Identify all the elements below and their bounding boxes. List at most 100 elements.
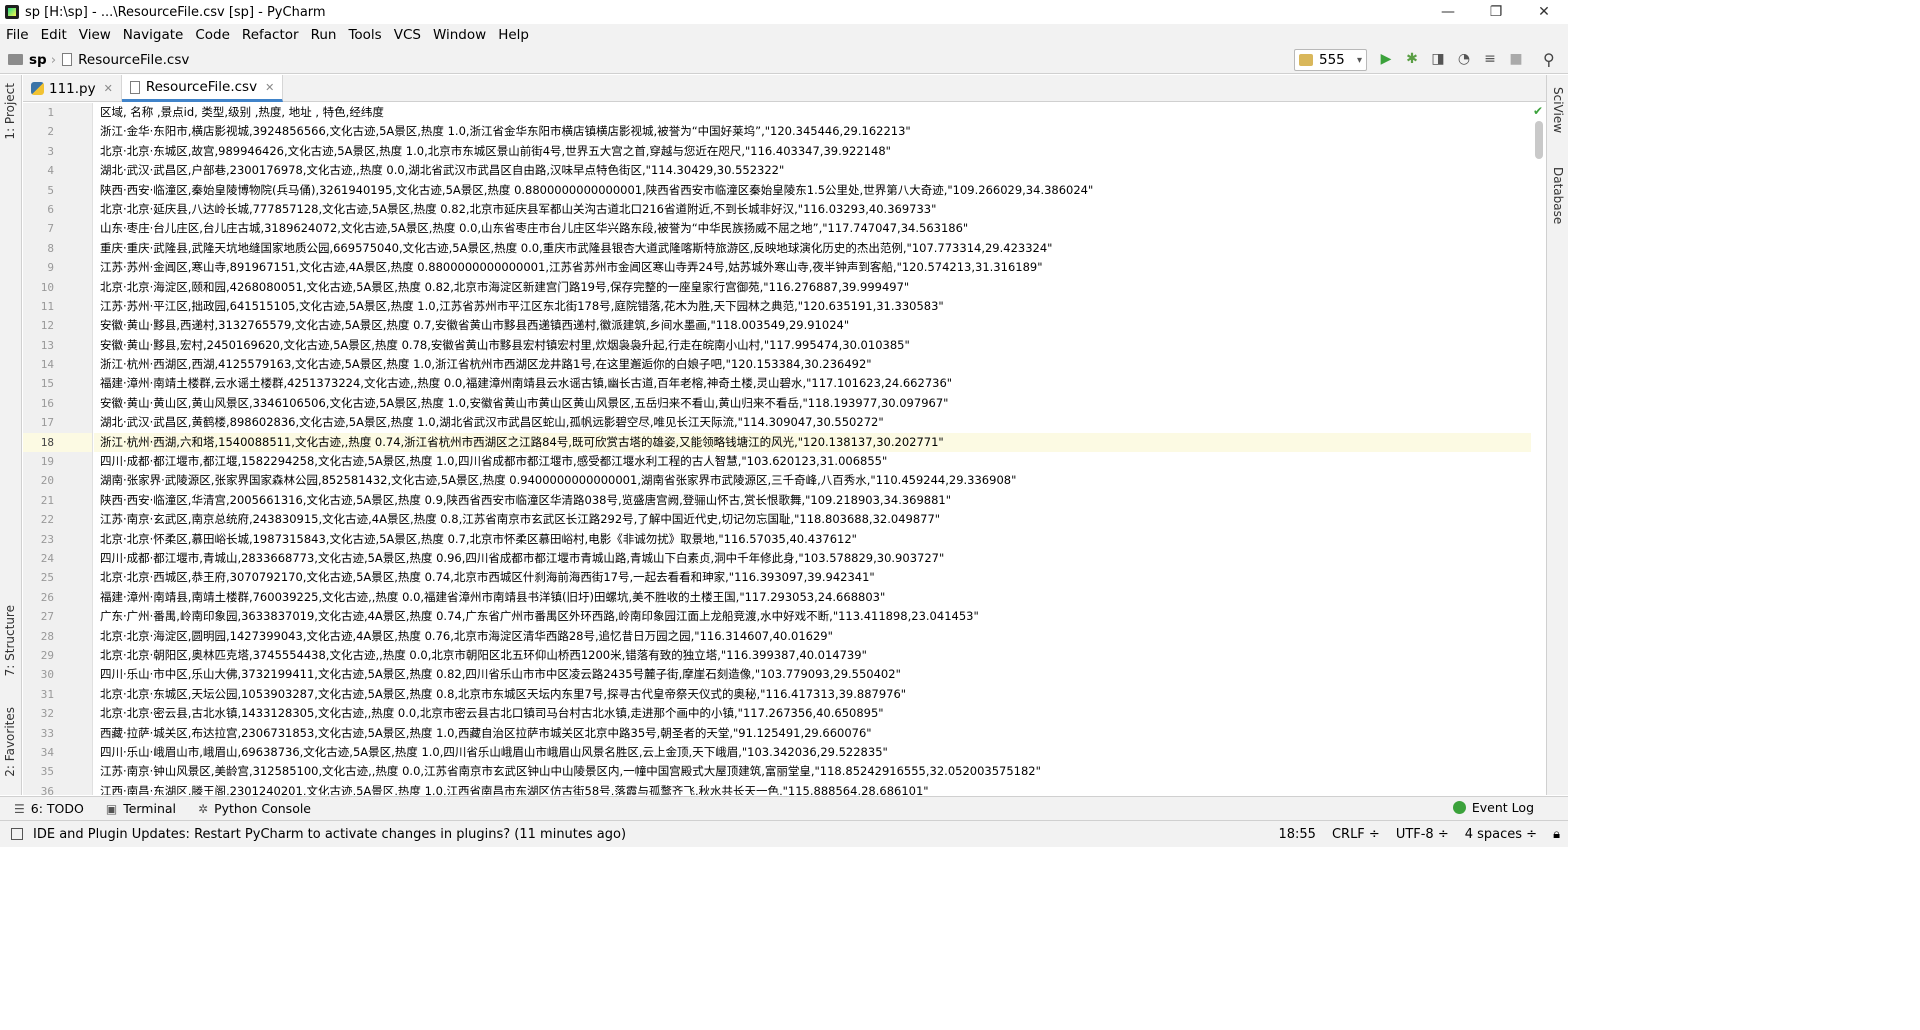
code-line[interactable]: 福建·漳州·南靖土楼群,云水谣土楼群,4251373224,文化古迹,,热度 0… — [94, 374, 1531, 393]
code-line[interactable]: 山东·枣庄·台儿庄区,台儿庄古城,3189624072,文化古迹,5A景区,热度… — [94, 219, 1531, 238]
code-line[interactable]: 安徽·黄山·黟县,西递村,3132765579,文化古迹,5A景区,热度 0.7… — [94, 316, 1531, 335]
code-line[interactable]: 浙江·金华·东阳市,横店影视城,3924856566,文化古迹,5A景区,热度 … — [94, 122, 1531, 141]
code-line[interactable]: 四川·乐山·峨眉山市,峨眉山,69638736,文化古迹,5A景区,热度 1.0… — [94, 743, 1531, 762]
menu-bar: File Edit View Navigate Code Refactor Run Tools… — [0, 24, 1568, 46]
code-line[interactable]: 湖北·武汉·武昌区,黄鹤楼,898602836,文化古迹,5A景区,热度 1.0… — [94, 413, 1531, 432]
debug-icon[interactable]: ✱ — [1403, 50, 1421, 68]
event-log-tool-tab[interactable]: Event Log — [1452, 800, 1534, 815]
code-line[interactable]: 北京·北京·东城区,故宫,989946426,文化古迹,5A景区,热度 1.0,… — [94, 142, 1531, 161]
code-line[interactable]: 湖南·张家界·武陵源区,张家界国家森林公园,852581432,文化古迹,5A景… — [94, 471, 1531, 490]
line-number: 28 — [40, 629, 54, 643]
menu-item-vcs[interactable]: VCS — [388, 27, 427, 43]
line-number: 36 — [40, 784, 54, 795]
code-line[interactable]: 江苏·苏州·金阊区,寒山寺,891967151,文化古迹,4A景区,热度 0.8… — [94, 258, 1531, 277]
code-line[interactable]: 重庆·重庆·武隆县,武隆天坑地缝国家地质公园,669575040,文化古迹,5A… — [94, 239, 1531, 258]
code-line[interactable]: 北京·北京·朝阳区,奥林匹克塔,3745554438,文化古迹,,热度 0.0,… — [94, 646, 1531, 665]
caret-position[interactable]: 18:55 — [1278, 827, 1315, 842]
todo-tool-tab[interactable]: ☰ 6: TODO — [14, 801, 84, 816]
menu-item-code[interactable]: Code — [189, 27, 236, 43]
terminal-tool-tab[interactable]: ▣ Terminal — [106, 801, 176, 816]
close-tab-icon[interactable]: ✕ — [265, 81, 274, 94]
tool-windows-toggle-icon[interactable] — [11, 828, 23, 840]
code-line[interactable]: 安徽·黄山·黄山区,黄山风景区,3346106506,文化古迹,5A景区,热度 … — [94, 394, 1531, 413]
database-tool-tab[interactable]: Database — [1551, 167, 1565, 224]
close-tab-icon[interactable]: ✕ — [104, 82, 113, 95]
menu-item-help[interactable]: Help — [492, 27, 535, 43]
code-line[interactable]: 江西·南昌·东湖区,滕王阁,2301240201,文化古迹,5A景区,热度 1.… — [94, 782, 1531, 795]
line-number: 31 — [40, 687, 54, 701]
sciview-tool-tab[interactable]: SciView — [1551, 87, 1565, 133]
code-line[interactable]: 北京·北京·密云县,古北水镇,1433128305,文化古迹,,热度 0.0,北… — [94, 704, 1531, 723]
menu-item-navigate[interactable]: Navigate — [117, 27, 190, 43]
search-icon[interactable]: ⚲ — [1543, 50, 1555, 69]
status-message[interactable]: IDE and Plugin Updates: Restart PyCharm … — [33, 827, 626, 842]
code-line[interactable]: 北京·北京·海淀区,颐和园,4268080051,文化古迹,5A景区,热度 0.… — [94, 278, 1531, 297]
line-number: 17 — [40, 416, 54, 430]
breadcrumb-file[interactable]: ResourceFile.csv — [78, 52, 189, 68]
code-line[interactable]: 区域, 名称 ,景点id, 类型,级别 ,热度, 地址 , 特色,经纬度 — [94, 103, 1531, 122]
menu-item-run[interactable]: Run — [305, 27, 343, 43]
code-line[interactable]: 浙江·杭州·西湖,六和塔,1540088511,文化古迹,,热度 0.74,浙江… — [94, 432, 1531, 453]
code-line[interactable]: 广东·广州·番禺,岭南印象园,3633837019,文化古迹,4A景区,热度 0… — [94, 607, 1531, 626]
structure-tool-tab[interactable]: 7: Structure — [3, 605, 17, 676]
menu-item-refactor[interactable]: Refactor — [236, 27, 305, 43]
line-separator-select[interactable]: CRLF ÷ — [1332, 827, 1380, 842]
line-number: 29 — [40, 648, 54, 662]
code-line[interactable]: 浙江·杭州·西湖区,西湖,4125579163,文化古迹,5A景区,热度 1.0… — [94, 355, 1531, 374]
code-line[interactable]: 四川·成都·都江堰市,青城山,2833668773,文化古迹,5A景区,热度 0… — [94, 549, 1531, 568]
line-number: 7 — [47, 222, 54, 236]
code-line[interactable]: 陕西·西安·临潼区,秦始皇陵博物院(兵马俑),3261940195,文化古迹,5… — [94, 181, 1531, 200]
code-line[interactable]: 北京·北京·海淀区,圆明园,1427399043,文化古迹,4A景区,热度 0.… — [94, 627, 1531, 646]
code-line[interactable]: 北京·北京·怀柔区,慕田峪长城,1987315843,文化古迹,5A景区,热度 … — [94, 530, 1531, 549]
breadcrumb-project[interactable]: sp — [29, 52, 47, 68]
code-line[interactable]: 北京·北京·延庆县,八达岭长城,777857128,文化古迹,5A景区,热度 0… — [94, 200, 1531, 219]
lock-icon[interactable]: 🔒︎ — [1553, 827, 1560, 842]
encoding-select[interactable]: UTF-8 ÷ — [1396, 827, 1449, 842]
menu-item-file[interactable]: File — [0, 27, 35, 43]
code-line[interactable]: 福建·漳州·南靖县,南靖土楼群,760039225,文化古迹,,热度 0.0,福… — [94, 588, 1531, 607]
code-line[interactable]: 江苏·南京·钟山风景区,美龄宫,312585100,文化古迹,,热度 0.0,江… — [94, 762, 1531, 781]
code-line[interactable]: 西藏·拉萨·城关区,布达拉宫,2306731853,文化古迹,5A景区,热度 1… — [94, 724, 1531, 743]
menu-item-edit[interactable]: Edit — [35, 27, 73, 43]
line-number: 1 — [47, 106, 54, 119]
line-number: 23 — [40, 532, 54, 546]
code-editor[interactable]: 区域, 名称 ,景点id, 类型,级别 ,热度, 地址 , 特色,经纬度 浙江·金… — [94, 103, 1531, 795]
profile-icon[interactable]: ◔ — [1455, 50, 1473, 68]
code-line[interactable]: 江苏·南京·玄武区,南京总统府,243830915,文化古迹,4A景区,热度 0… — [94, 510, 1531, 529]
indent-select[interactable]: 4 spaces ÷ — [1465, 827, 1537, 842]
menu-item-tools[interactable]: Tools — [342, 27, 387, 43]
concurrency-icon[interactable]: ≡ — [1481, 50, 1499, 68]
scrollbar-thumb[interactable] — [1535, 121, 1543, 159]
code-line[interactable]: 四川·乐山·市中区,乐山大佛,3732199411,文化古迹,5A景区,热度 0… — [94, 665, 1531, 684]
code-line[interactable]: 湖北·武汉·武昌区,户部巷,2300176978,文化古迹,,热度 0.0,湖北… — [94, 161, 1531, 180]
tab-label: 111.py — [49, 80, 96, 97]
close-button[interactable]: ✕ — [1520, 0, 1568, 24]
menu-item-window[interactable]: Window — [427, 27, 492, 43]
code-line[interactable]: 安徽·黄山·黟县,宏村,2450169620,文化古迹,5A景区,热度 0.78… — [94, 336, 1531, 355]
line-number: 10 — [40, 280, 54, 294]
line-number: 21 — [40, 493, 54, 507]
code-line[interactable]: 北京·北京·西城区,恭王府,3070792170,文化古迹,5A景区,热度 0.… — [94, 568, 1531, 587]
run-configuration-select[interactable]: 555 ▾ — [1294, 49, 1367, 71]
breadcrumb: sp › ResourceFile.csv — [8, 52, 189, 68]
code-line[interactable]: 陕西·西安·临潼区,华清宫,2005661316,文化古迹,5A景区,热度 0.… — [94, 491, 1531, 510]
menu-item-view[interactable]: View — [73, 27, 117, 43]
line-number: 2 — [47, 125, 54, 139]
python-console-tool-tab[interactable]: ✲ Python Console — [198, 801, 311, 816]
code-line[interactable]: 江苏·苏州·平江区,拙政园,641515105,文化古迹,5A景区,热度 1.0… — [94, 297, 1531, 316]
project-tool-tab[interactable]: 1: Project — [3, 83, 17, 140]
coverage-icon[interactable]: ◨ — [1429, 50, 1447, 68]
python-console-icon: ✲ — [198, 801, 209, 816]
tab-resourcefile-csv[interactable]: ResourceFile.csv ✕ — [121, 75, 284, 102]
favorites-tool-tab[interactable]: 2: Favorites — [3, 707, 17, 777]
code-line[interactable]: 北京·北京·东城区,天坛公园,1053903287,文化古迹,5A景区,热度 0… — [94, 685, 1531, 704]
restore-button[interactable]: ❐ — [1472, 0, 1520, 24]
code-line[interactable]: 四川·成都·都江堰市,都江堰,1582294258,文化古迹,5A景区,热度 1… — [94, 452, 1531, 471]
tab-label: ResourceFile.csv — [145, 79, 258, 95]
minimize-button[interactable]: — — [1424, 0, 1472, 24]
line-number: 35 — [40, 765, 54, 779]
editor-scrollbar[interactable] — [1533, 103, 1545, 795]
tab-111-py[interactable]: 111.py ✕ — [23, 75, 122, 102]
stop-icon[interactable]: ■ — [1507, 50, 1525, 68]
run-icon[interactable]: ▶ — [1377, 50, 1395, 68]
